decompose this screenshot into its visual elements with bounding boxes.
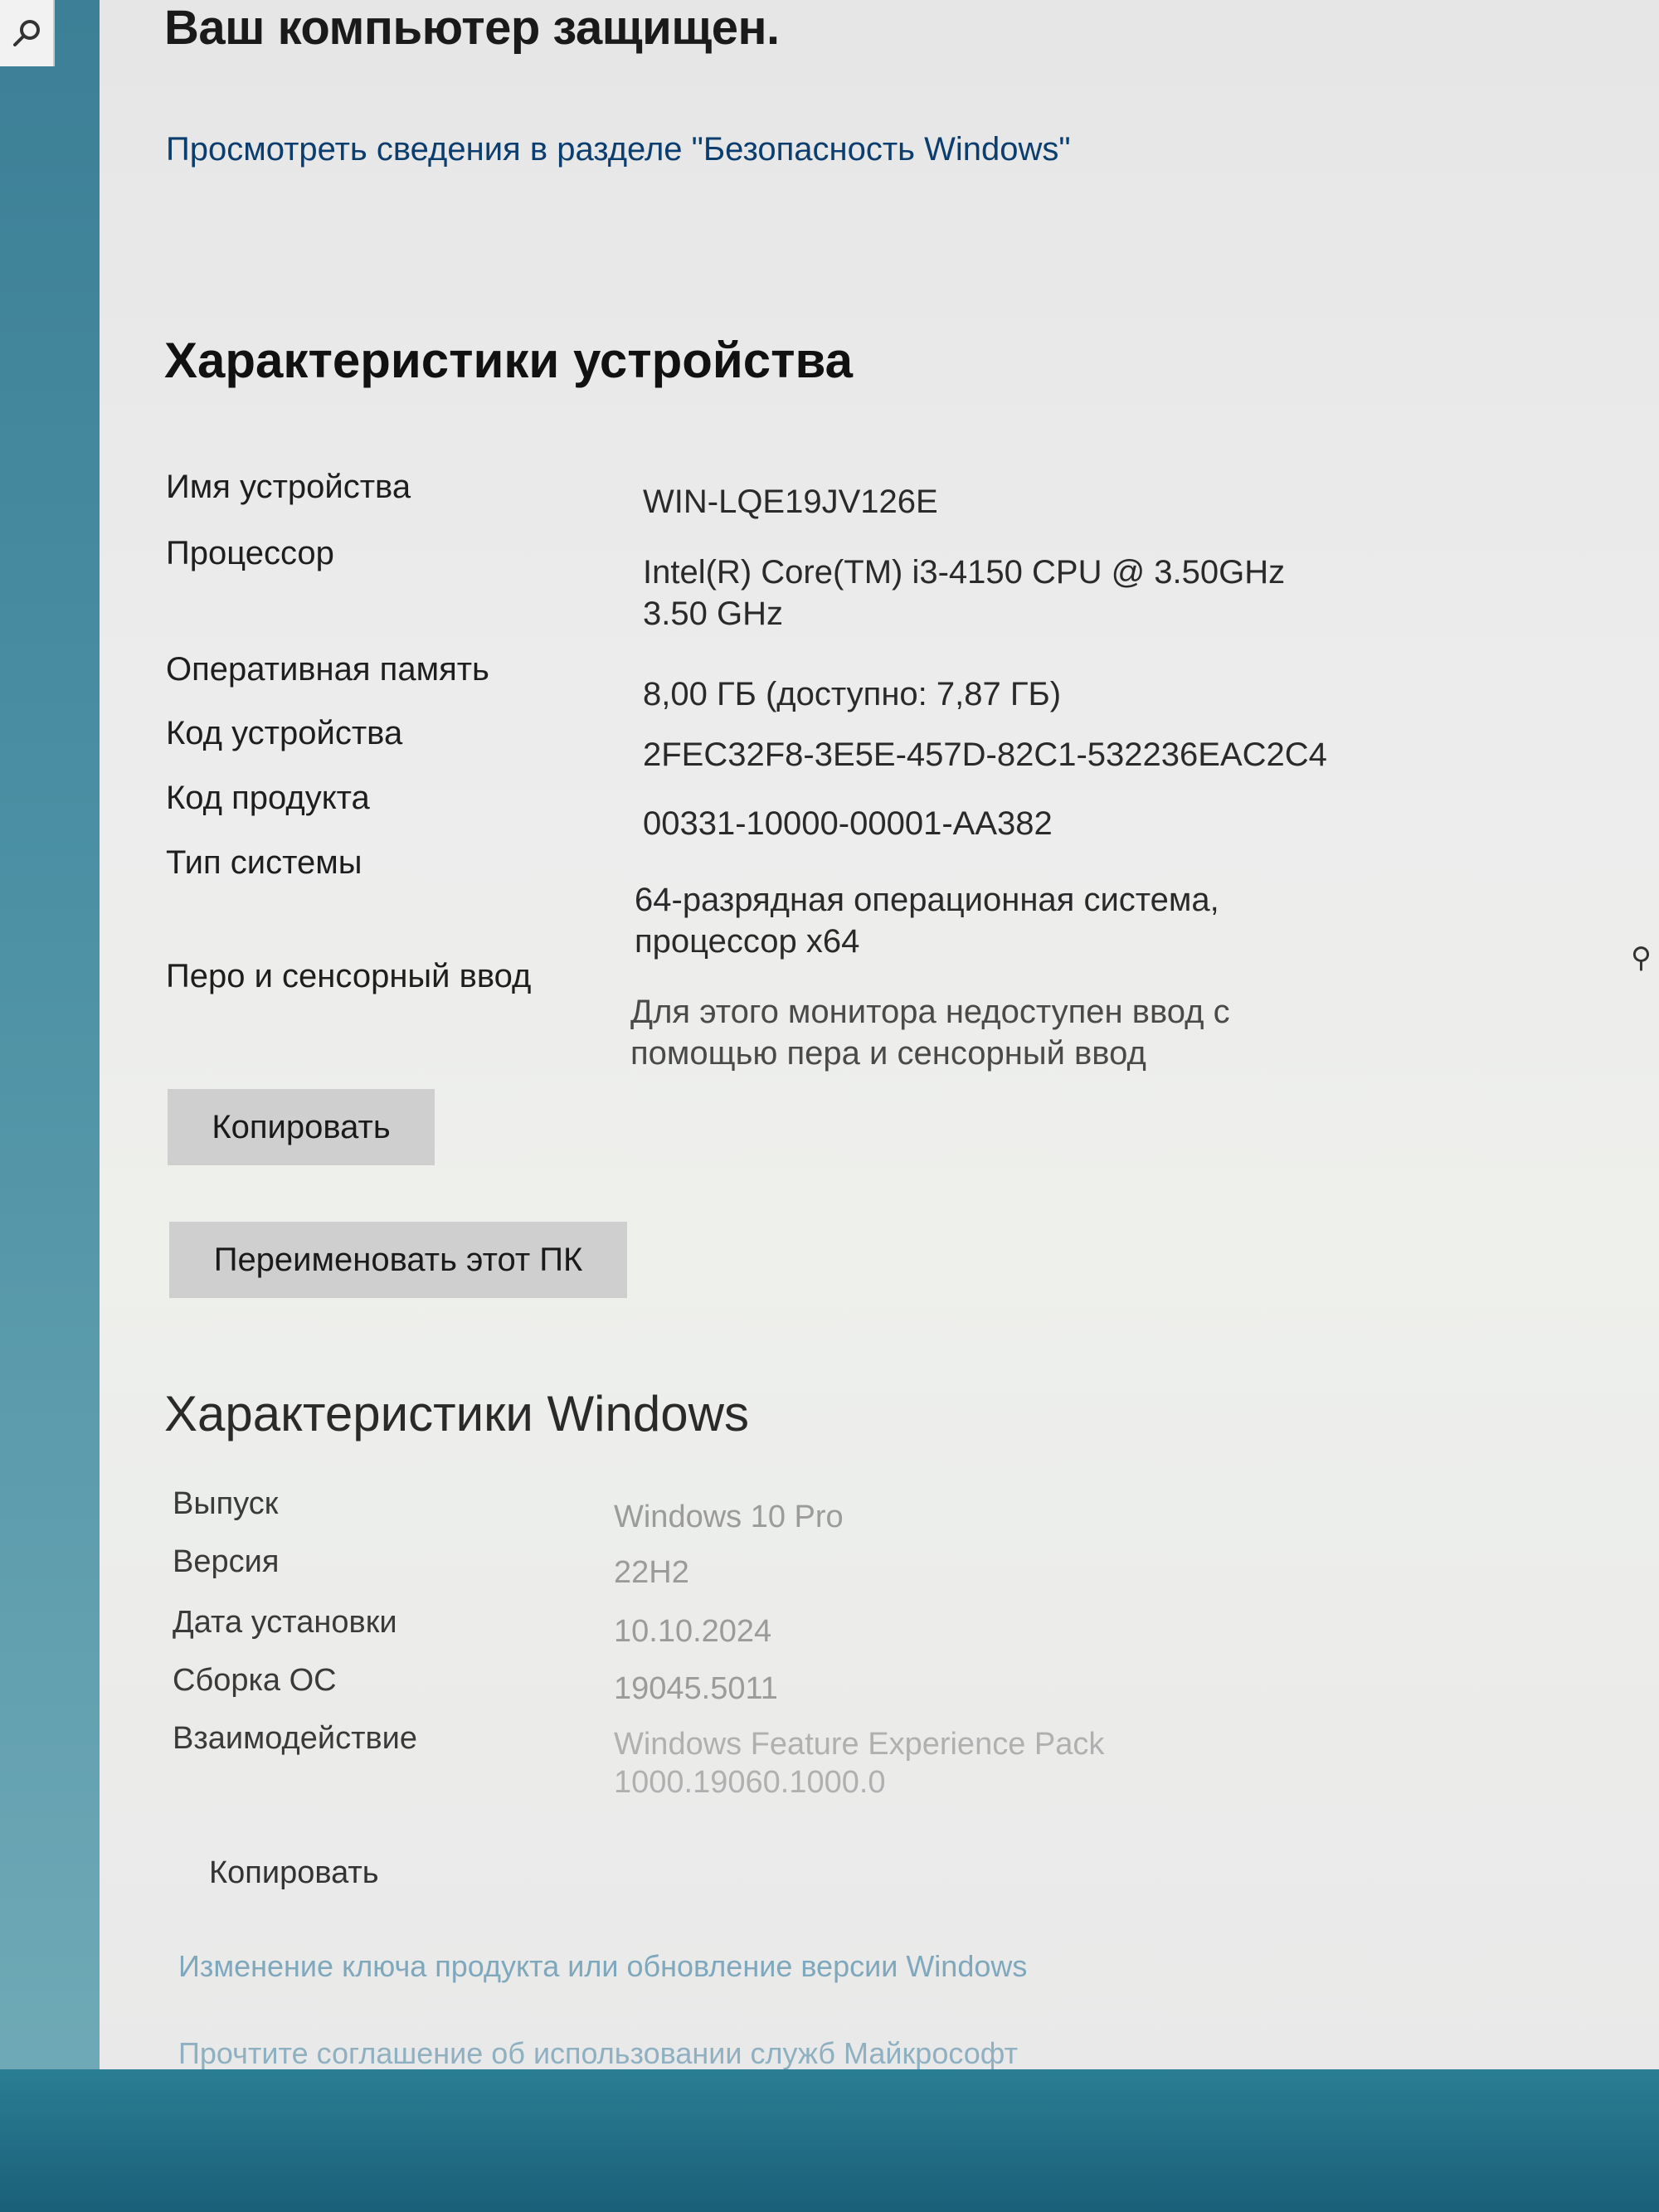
windows-specs-title: Характеристики Windows xyxy=(164,1386,749,1441)
device-name-value: WIN-LQE19JV126E xyxy=(643,484,938,520)
device-id-value: 2FEC32F8-3E5E-457D-82C1-532236EAC2C4 xyxy=(643,737,1327,773)
desktop-background xyxy=(0,2069,1659,2212)
search-button[interactable] xyxy=(0,0,55,66)
os-build-label: Сборка ОС xyxy=(173,1663,337,1698)
rename-pc-button[interactable]: Переименовать этот ПК xyxy=(169,1222,627,1298)
install-date-value: 10.10.2024 xyxy=(614,1614,772,1649)
edition-value: Windows 10 Pro xyxy=(614,1500,844,1534)
os-build-value: 19045.5011 xyxy=(614,1671,778,1706)
product-id-label: Код продукта xyxy=(166,780,370,816)
edition-label: Выпуск xyxy=(173,1486,279,1521)
product-id-value: 00331-10000-00001-AA382 xyxy=(643,805,1053,842)
copy-windows-specs-link[interactable]: Копировать xyxy=(209,1855,379,1891)
edge-icon: ⚲ xyxy=(1631,942,1652,974)
pen-touch-value: Для этого монитора недоступен ввод с пом… xyxy=(630,994,1230,1072)
version-value: 22H2 xyxy=(614,1555,689,1590)
windows-security-link[interactable]: Просмотреть сведения в разделе "Безопасн… xyxy=(166,129,1078,170)
processor-value: Intel(R) Core(TM) i3-4150 CPU @ 3.50GHz … xyxy=(643,554,1286,632)
service-agreement-link[interactable]: Прочтите соглашение об использовании слу… xyxy=(178,2036,1018,2071)
experience-label: Взаимодействие xyxy=(173,1721,418,1756)
copy-device-specs-button[interactable]: Копировать xyxy=(168,1089,435,1165)
security-status-title: Ваш компьютер защищен. xyxy=(164,1,780,55)
version-label: Версия xyxy=(173,1544,280,1579)
install-date-label: Дата установки xyxy=(173,1605,397,1640)
system-type-value: 64-разрядная операционная система, проце… xyxy=(635,882,1219,960)
ram-label: Оперативная память xyxy=(166,651,489,688)
system-type-label: Тип системы xyxy=(166,844,362,881)
change-product-key-link[interactable]: Изменение ключа продукта или обновление … xyxy=(178,1949,1027,1984)
search-icon xyxy=(13,20,40,46)
device-id-label: Код устройства xyxy=(166,715,403,751)
processor-label: Процессор xyxy=(166,535,334,571)
ram-value: 8,00 ГБ (доступно: 7,87 ГБ) xyxy=(643,676,1062,712)
device-specs-title: Характеристики устройства xyxy=(164,333,853,388)
pen-touch-label: Перо и сенсорный ввод xyxy=(166,958,532,994)
experience-value: Windows Feature Experience Pack 1000.190… xyxy=(614,1727,1105,1800)
device-name-label: Имя устройства xyxy=(166,469,411,505)
